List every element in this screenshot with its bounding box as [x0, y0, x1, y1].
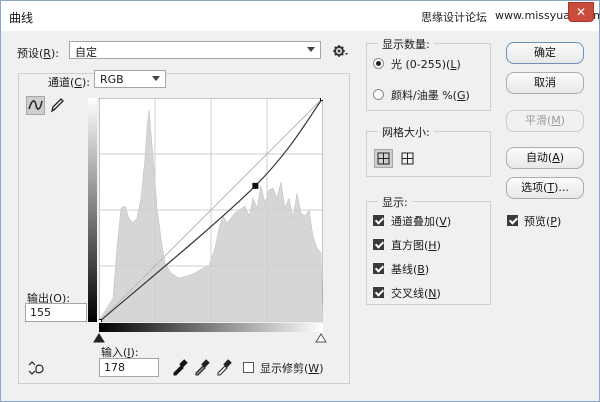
output-gradient-bar: [88, 98, 97, 322]
simple-grid-button[interactable]: [374, 149, 393, 168]
grid-4-icon: [377, 152, 390, 165]
preview-label: 预览(P): [524, 215, 562, 228]
pigment-ink-radio[interactable]: [373, 89, 384, 100]
auto-button[interactable]: 自动(A): [506, 147, 584, 169]
preset-label: 预设(R):: [17, 47, 59, 60]
light-radio[interactable]: [373, 58, 384, 69]
pencil-icon: [50, 98, 64, 113]
grid-10-icon: [401, 152, 414, 165]
pigment-ink-label: 颜料/油墨 %(G): [391, 89, 470, 102]
channel-label: 通道(C):: [45, 74, 93, 90]
curve-point-tool[interactable]: [26, 96, 45, 115]
chevron-down-icon: [307, 47, 315, 52]
channel-value: RGB: [100, 73, 124, 86]
intersection-line-checkbox[interactable]: [373, 287, 384, 298]
histogram-checkbox[interactable]: [373, 239, 384, 250]
channel-overlays-checkbox[interactable]: [373, 215, 384, 226]
curves-dialog: 曲线 思缘设计论坛 www.missyuan.com ✕ 预设(R): 自定 通…: [0, 0, 600, 402]
window-title: 曲线: [9, 11, 34, 25]
display-title: 显示:: [378, 194, 412, 210]
smooth-button[interactable]: 平滑(M): [506, 110, 584, 132]
input-field[interactable]: 178: [99, 358, 159, 377]
detailed-grid-button[interactable]: [398, 149, 417, 168]
curve-graph[interactable]: [99, 98, 323, 322]
preset-options-button[interactable]: [331, 41, 350, 60]
input-gradient-bar: [99, 323, 323, 332]
black-point-slider[interactable]: [93, 333, 105, 343]
output-field[interactable]: 155: [25, 303, 87, 322]
cancel-button[interactable]: 取消: [506, 72, 584, 94]
curve-tool-icon: [28, 100, 43, 110]
preview-checkbox[interactable]: [507, 215, 518, 226]
show-clipping-label: 显示修剪(W): [260, 362, 324, 375]
close-icon: ✕: [575, 5, 587, 19]
histogram-label: 直方图(H): [391, 239, 441, 252]
intersection-line-label: 交叉线(N): [391, 287, 441, 300]
targeted-adjustment-tool[interactable]: [27, 360, 47, 376]
chevron-down-icon: [152, 76, 160, 81]
gear-icon: [333, 45, 348, 57]
grid-size-title: 网格大小:: [378, 124, 434, 140]
white-eyedropper-icon[interactable]: [215, 358, 233, 376]
gray-eyedropper-icon[interactable]: [193, 358, 211, 376]
preset-value: 自定: [75, 46, 97, 59]
baseline-label: 基线(B): [391, 263, 430, 276]
channel-overlays-label: 通道叠加(V): [391, 215, 452, 228]
close-button[interactable]: ✕: [568, 2, 594, 22]
light-label: 光 (0-255)(L): [391, 58, 461, 71]
options-button[interactable]: 选项(T)...: [506, 177, 584, 199]
watermark-site-name: 思缘设计论坛: [421, 11, 487, 24]
pencil-tool[interactable]: [47, 96, 66, 115]
white-point-slider[interactable]: [315, 333, 327, 343]
curve-control-point[interactable]: [99, 319, 102, 323]
channel-dropdown[interactable]: RGB: [94, 70, 166, 88]
title-bar: 曲线 思缘设计论坛 www.missyuan.com ✕: [1, 1, 600, 31]
curve-control-point[interactable]: [252, 182, 259, 189]
black-eyedropper-icon[interactable]: [171, 358, 189, 376]
show-clipping-checkbox[interactable]: [243, 362, 254, 373]
curve-control-point[interactable]: [320, 98, 324, 101]
preset-dropdown[interactable]: 自定: [69, 41, 321, 59]
baseline-checkbox[interactable]: [373, 263, 384, 274]
ok-button[interactable]: 确定: [506, 42, 584, 64]
show-amount-title: 显示数量:: [378, 36, 434, 52]
